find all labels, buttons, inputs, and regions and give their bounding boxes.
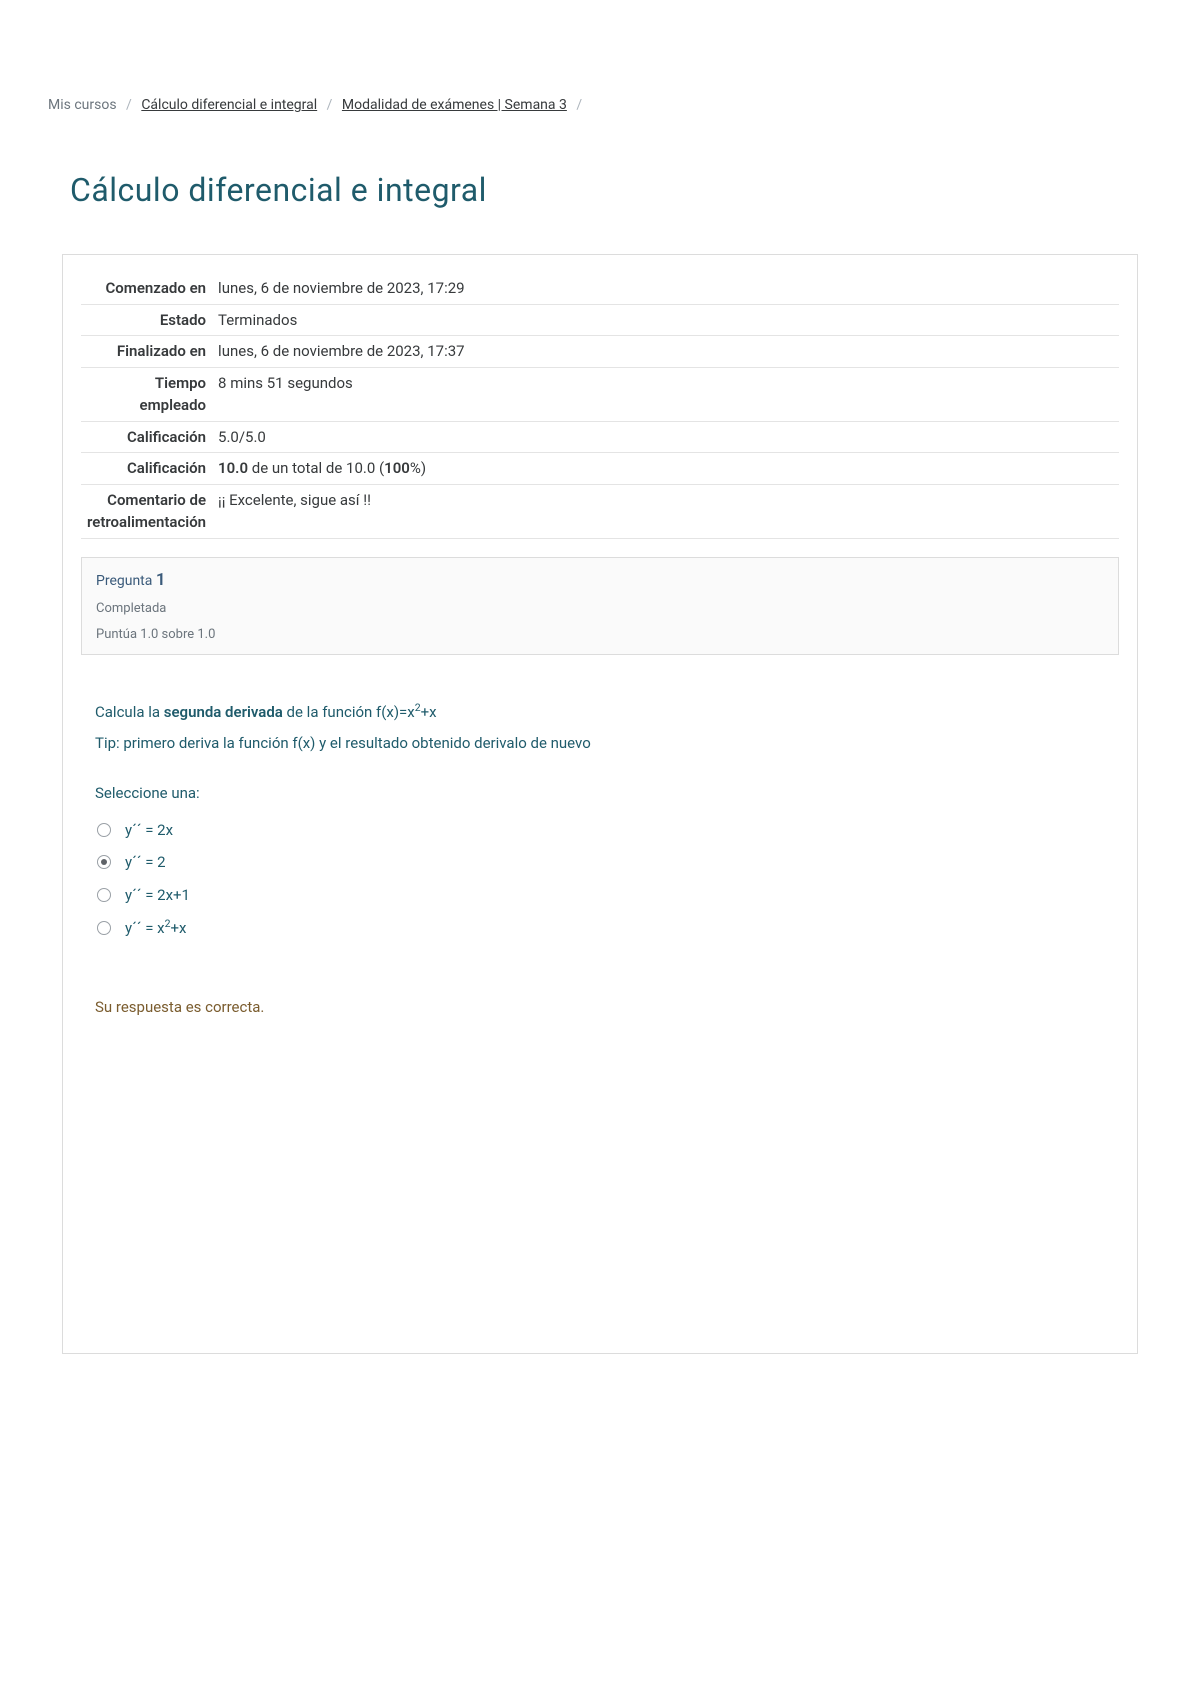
grade-pct: 100 — [384, 459, 410, 477]
quiz-box: Comenzado en lunes, 6 de noviembre de 20… — [62, 254, 1138, 1354]
radio-icon[interactable] — [97, 888, 111, 902]
prompt-post: de la función f(x)=x — [283, 703, 415, 721]
option-row[interactable]: y´´ = 2 — [97, 851, 1105, 874]
summary-label: Tiempo empleado — [81, 367, 212, 421]
question-label: Pregunta 1 — [96, 568, 1104, 594]
radio-icon[interactable] — [97, 855, 111, 869]
table-row: Calificación 5.0/5.0 — [81, 421, 1119, 453]
breadcrumb-sep: / — [576, 97, 582, 113]
option-row[interactable]: y´´ = 2x+1 — [97, 884, 1105, 907]
option-text-post: +x — [171, 919, 187, 937]
option-text: y´´ = 2x — [125, 819, 173, 842]
table-row: Tiempo empleado 8 mins 51 segundos — [81, 367, 1119, 421]
question-state: Completada — [96, 599, 1104, 619]
option-text: y´´ = 2 — [125, 851, 166, 874]
summary-label: Calificación — [81, 421, 212, 453]
breadcrumb-sep: / — [126, 97, 132, 113]
grade-tail: %) — [410, 459, 426, 477]
question-label-prefix: Pregunta — [96, 573, 156, 589]
question-score: Puntúa 1.0 sobre 1.0 — [96, 625, 1104, 645]
grade-mid: de un total de 10.0 ( — [248, 459, 384, 477]
summary-value: 8 mins 51 segundos — [212, 367, 1119, 421]
question-header: Pregunta 1 Completada Puntúa 1.0 sobre 1… — [81, 557, 1119, 656]
options-list: y´´ = 2x y´´ = 2 y´´ = 2x+1 y´´ = x2+x — [97, 819, 1105, 940]
option-text: y´´ = x2+x — [125, 916, 186, 940]
radio-icon[interactable] — [97, 823, 111, 837]
select-one-label: Seleccione una: — [95, 782, 1105, 805]
breadcrumb-item-mis-cursos[interactable]: Mis cursos — [48, 97, 117, 113]
question-number: 1 — [156, 570, 166, 590]
question-content: Calcula la segunda derivada de la funció… — [81, 700, 1119, 1018]
summary-value: lunes, 6 de noviembre de 2023, 17:37 — [212, 336, 1119, 368]
question-tip: Tip: primero deriva la función f(x) y el… — [95, 732, 1105, 755]
option-row[interactable]: y´´ = 2x — [97, 819, 1105, 842]
option-row[interactable]: y´´ = x2+x — [97, 916, 1105, 940]
answer-feedback: Su respuesta es correcta. — [95, 996, 1105, 1019]
table-row: Finalizado en lunes, 6 de noviembre de 2… — [81, 336, 1119, 368]
prompt-tail: +x — [421, 703, 437, 721]
breadcrumb-sep: / — [327, 97, 333, 113]
summary-value: ¡¡ Excelente, sigue así !! — [212, 484, 1119, 538]
summary-value: Terminados — [212, 304, 1119, 336]
grade-bold: 10.0 — [218, 459, 248, 477]
summary-label: Comentario de retroalimentación — [81, 484, 212, 538]
breadcrumb: Mis cursos / Cálculo diferencial e integ… — [0, 0, 1200, 116]
summary-value: 5.0/5.0 — [212, 421, 1119, 453]
breadcrumb-item-semana[interactable]: Modalidad de exámenes | Semana 3 — [342, 97, 567, 113]
option-text: y´´ = 2x+1 — [125, 884, 190, 907]
summary-label: Estado — [81, 304, 212, 336]
breadcrumb-item-curso[interactable]: Cálculo diferencial e integral — [141, 97, 317, 113]
summary-label: Comenzado en — [81, 273, 212, 304]
table-row: Calificación 10.0 de un total de 10.0 (1… — [81, 453, 1119, 485]
question-prompt: Calcula la segunda derivada de la funció… — [95, 700, 1105, 724]
page-title: Cálculo diferencial e integral — [70, 166, 1130, 214]
table-row: Comenzado en lunes, 6 de noviembre de 20… — [81, 273, 1119, 304]
option-text-pre: y´´ = x — [125, 919, 165, 937]
summary-table: Comenzado en lunes, 6 de noviembre de 20… — [81, 273, 1119, 539]
prompt-pre: Calcula la — [95, 703, 164, 721]
radio-icon[interactable] — [97, 921, 111, 935]
summary-value: lunes, 6 de noviembre de 2023, 17:29 — [212, 273, 1119, 304]
page-container: Mis cursos / Cálculo diferencial e integ… — [0, 0, 1200, 1698]
page-title-wrap: Cálculo diferencial e integral — [0, 116, 1200, 244]
prompt-bold: segunda derivada — [164, 703, 283, 721]
summary-label: Calificación — [81, 453, 212, 485]
table-row: Estado Terminados — [81, 304, 1119, 336]
summary-label: Finalizado en — [81, 336, 212, 368]
table-row: Comentario de retroalimentación ¡¡ Excel… — [81, 484, 1119, 538]
summary-value-grade: 10.0 de un total de 10.0 (100%) — [212, 453, 1119, 485]
